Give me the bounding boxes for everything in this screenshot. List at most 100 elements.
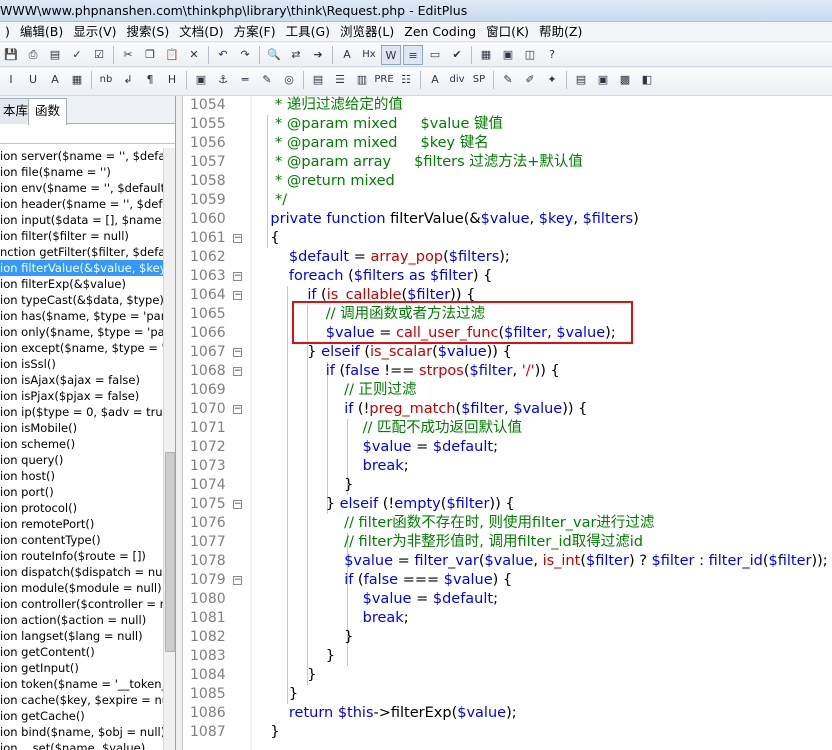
redo-icon[interactable]: ↷ (235, 45, 255, 65)
code-line[interactable]: * @param mixed $value 键值 (252, 115, 503, 134)
function-list-item[interactable]: ion server($name = '', $default (0, 148, 164, 164)
code-line[interactable]: break; (252, 609, 409, 628)
function-list-item[interactable]: ion module($module = null) (0, 580, 164, 596)
function-list-item[interactable]: ion __set($name, $value) (0, 740, 164, 750)
menu-item-7[interactable]: 浏览器(L) (335, 22, 399, 42)
hr-icon[interactable]: ═ (235, 70, 255, 90)
menu-item-4[interactable]: 文档(D) (174, 22, 228, 42)
function-list-item[interactable]: ion isPjax($pjax = false) (0, 388, 164, 404)
menu-item-3[interactable]: 搜索(S) (122, 22, 175, 42)
ruler-icon[interactable]: ▭ (425, 45, 445, 65)
browser-icon[interactable]: ▦ (476, 45, 496, 65)
function-list-item[interactable]: ion remotePort() (0, 516, 164, 532)
code-line[interactable]: // filter函数不存在时, 则使用filter_var进行过滤 (252, 514, 654, 533)
function-list-scrollbar[interactable] (163, 148, 175, 750)
menu-item-8[interactable]: Zen Coding (399, 22, 481, 42)
function-list-item[interactable]: ion contentType() (0, 532, 164, 548)
print-icon[interactable]: ⎙ (23, 45, 43, 65)
code-icon[interactable]: ◎ (279, 70, 299, 90)
function-list-item[interactable]: nction getFilter($filter, $defau (0, 244, 164, 260)
code-editor[interactable]: * 递归过滤给定的值 * @param mixed $value 键值 * @p… (252, 96, 832, 750)
code-line[interactable]: // 匹配不成功返回默认值 (252, 419, 522, 438)
code-line[interactable]: break; (252, 457, 409, 476)
table2-icon[interactable]: ▥ (352, 70, 372, 90)
function-list-item[interactable]: ion filter($filter = null) (0, 228, 164, 244)
replace-icon[interactable]: ⇄ (286, 45, 306, 65)
spellcheck-icon[interactable]: ✓ (67, 45, 87, 65)
code-line[interactable]: } elseif (!empty($filter)) { (252, 495, 515, 514)
code-line[interactable]: * 递归过滤给定的值 (252, 96, 403, 115)
image-icon[interactable]: ▣ (191, 70, 211, 90)
function-list-item[interactable]: ion getCache() (0, 708, 164, 724)
copy-icon[interactable]: ❐ (140, 45, 160, 65)
fold-toggle-icon[interactable]: − (233, 576, 242, 585)
nb-icon[interactable]: nb (96, 70, 116, 90)
function-list-item[interactable]: ion token($name = '__token__' (0, 676, 164, 692)
menu-item-9[interactable]: 窗口(K) (481, 22, 534, 42)
function-list-item[interactable]: ion has($name, $type = 'paran (0, 308, 164, 324)
function-list-item[interactable]: ion except($name, $type = 'pa (0, 340, 164, 356)
code-line[interactable]: } (252, 628, 353, 647)
code-line[interactable]: } (252, 647, 335, 666)
function-list-item[interactable]: ion getContent() (0, 644, 164, 660)
function-list-item[interactable]: ion header($name = '', $defau (0, 196, 164, 212)
function-list-item[interactable]: ion scheme() (0, 436, 164, 452)
code-line[interactable]: // filter为非整形值时, 调用filter_id取得过滤id (252, 533, 643, 552)
find-icon[interactable]: 🔍 (264, 45, 284, 65)
wordwrap-icon[interactable]: W (381, 45, 401, 65)
puzzle-icon[interactable]: ✦ (542, 70, 562, 90)
menu-item-5[interactable]: 方案(F) (229, 22, 281, 42)
undo-icon[interactable]: ↶ (213, 45, 233, 65)
cut-icon[interactable]: ✂ (118, 45, 138, 65)
menu-item-0[interactable]: ) (0, 22, 15, 42)
code-line[interactable]: } (252, 685, 298, 704)
code-line[interactable]: if (false === $value) { (252, 571, 512, 590)
italic-icon[interactable]: I (1, 70, 21, 90)
pre-icon[interactable]: PRE (374, 70, 394, 90)
function-list-item[interactable]: ion ip($type = 0, $adv = true) (0, 404, 164, 420)
delete-icon[interactable]: ✕ (184, 45, 204, 65)
function-filter-box[interactable] (0, 126, 175, 144)
list-icon[interactable]: ☰ (330, 70, 350, 90)
linenumber-icon[interactable]: ≡ (403, 45, 423, 65)
function-list-item[interactable]: ion isMobile() (0, 420, 164, 436)
code-line[interactable]: // 正则过滤 (252, 381, 416, 400)
sp-icon[interactable]: SP (469, 70, 489, 90)
ok-icon[interactable]: ✔ (447, 45, 467, 65)
help-icon[interactable]: ? (542, 45, 562, 65)
anchor-icon[interactable]: ⚓ (213, 70, 233, 90)
function-list-item[interactable]: ion host() (0, 468, 164, 484)
function-list-item[interactable]: ion filterValue(&$value, $key, (0, 260, 164, 276)
menu-item-10[interactable]: 帮助(Z) (534, 22, 587, 42)
palette-icon[interactable]: ▦ (67, 70, 87, 90)
code-line[interactable]: */ (252, 191, 287, 210)
code-line[interactable]: } (252, 666, 316, 685)
function-list-item[interactable]: ion routeInfo($route = []) (0, 548, 164, 564)
function-list-item[interactable]: ion langset($lang = null) (0, 628, 164, 644)
function-list-item[interactable]: ion bind($name, $obj = null) (0, 724, 164, 740)
preview-icon[interactable]: ▤ (45, 45, 65, 65)
panel-icon[interactable]: ◧ (637, 70, 657, 90)
fold-toggle-icon[interactable]: − (233, 405, 242, 414)
view2-icon[interactable]: ▣ (593, 70, 613, 90)
paste-icon[interactable]: 📋 (162, 45, 182, 65)
menu-item-1[interactable]: 编辑(B) (15, 22, 68, 42)
fold-toggle-icon[interactable]: − (233, 500, 242, 509)
function-list-item[interactable]: ion only($name, $type = 'para (0, 324, 164, 340)
clip-icon[interactable]: ▩ (615, 70, 635, 90)
scrollbar-thumb[interactable] (165, 452, 175, 652)
function-list-item[interactable]: ion isAjax($ajax = false) (0, 372, 164, 388)
code-line[interactable]: $value = $default; (252, 590, 498, 609)
font-a-icon[interactable]: A (425, 70, 445, 90)
code-line[interactable]: $value = $default; (252, 438, 498, 457)
tool-icon[interactable]: ✐ (520, 70, 540, 90)
code-line[interactable]: * @return mixed (252, 172, 395, 191)
function-list-item[interactable]: ion file($name = '') (0, 164, 164, 180)
tab-functions[interactable]: 函数 (28, 98, 68, 125)
code-line[interactable]: $value = filter_var($value, is_int($filt… (252, 552, 827, 571)
goto-icon[interactable]: ➔ (308, 45, 328, 65)
code-line[interactable]: return $this->filterExp($value); (252, 704, 517, 723)
code-line[interactable]: if (false !== strpos($filter, '/')) { (252, 362, 560, 381)
edit-icon[interactable]: ✎ (498, 70, 518, 90)
function-list-item[interactable]: ion dispatch($dispatch = null) (0, 564, 164, 580)
